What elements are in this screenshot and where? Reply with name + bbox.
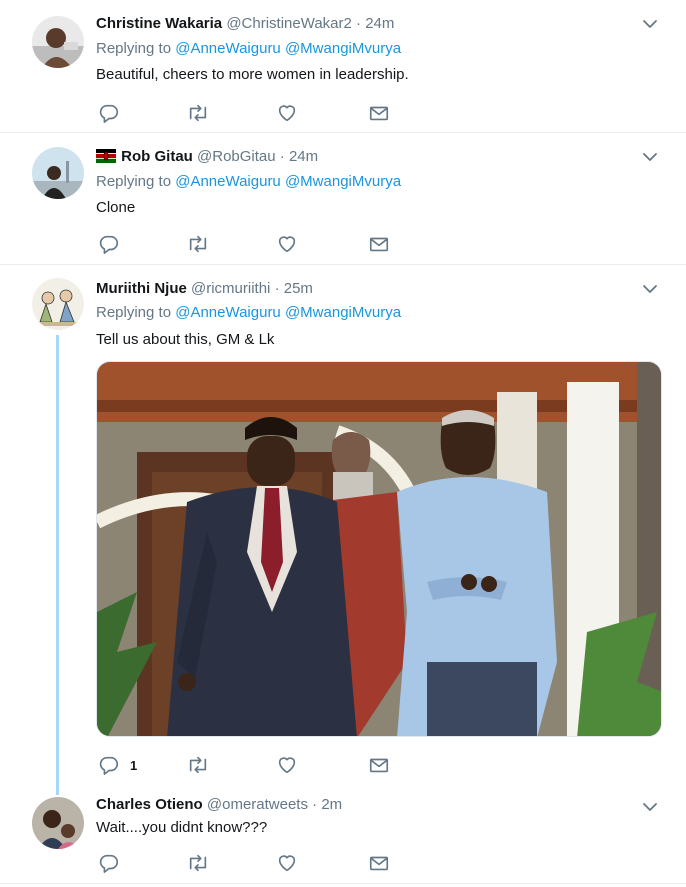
direct-message-button[interactable]: [368, 852, 390, 874]
replying-label: Replying to: [96, 304, 172, 321]
heart-icon: [278, 236, 296, 253]
replying-to: Replying to @AnneWaiguru @MwangiMvurya: [96, 39, 401, 59]
replying-label: Replying to: [96, 40, 172, 57]
tweet-text: Wait....you didnt know???: [96, 819, 268, 836]
tweet-actions: [98, 233, 398, 255]
tweet-actions: [98, 852, 398, 874]
retweet-icon: [189, 756, 207, 774]
direct-message-button[interactable]: [368, 233, 390, 255]
separator: ·: [356, 15, 362, 32]
like-button[interactable]: [276, 102, 298, 124]
tweet-text: Clone: [96, 199, 136, 216]
mention-link[interactable]: @AnneWaiguru: [175, 173, 281, 190]
timestamp[interactable]: 2m: [321, 796, 342, 813]
mention-link[interactable]: @AnneWaiguru: [175, 304, 281, 321]
retweet-button[interactable]: [186, 102, 210, 124]
envelope-icon: [369, 856, 389, 871]
retweet-button[interactable]: [186, 233, 210, 255]
mention-link[interactable]: @MwangiMvurya: [285, 173, 401, 190]
author-name[interactable]: Rob Gitau: [121, 148, 193, 165]
retweet-icon: [189, 854, 207, 872]
avatar[interactable]: [32, 147, 84, 199]
author-handle[interactable]: @omeratweets: [207, 796, 308, 813]
reply-button[interactable]: [98, 852, 120, 874]
retweet-button[interactable]: [186, 852, 210, 874]
tweet[interactable]: Charles Otieno @omeratweets · 2m Wait...…: [0, 787, 686, 884]
tweet-header: Rob Gitau @RobGitau · 24m: [96, 147, 646, 167]
replying-to: Replying to @AnneWaiguru @MwangiMvurya: [96, 303, 401, 323]
chevron-down-icon[interactable]: [642, 799, 658, 815]
replying-to: Replying to @AnneWaiguru @MwangiMvurya: [96, 172, 401, 192]
heart-icon: [278, 757, 296, 774]
envelope-icon: [369, 758, 389, 773]
replying-label: Replying to: [96, 173, 172, 190]
reply-icon: [99, 854, 119, 873]
author-handle[interactable]: @ricmuriithi: [191, 280, 270, 297]
tweet[interactable]: Christine Wakaria @ChristineWakar2 · 24m…: [0, 0, 686, 133]
tweet[interactable]: Rob Gitau @RobGitau · 24m Replying to @A…: [0, 133, 686, 265]
direct-message-button[interactable]: [368, 102, 390, 124]
tweet-header: Muriithi Njue @ricmuriithi · 25m: [96, 279, 646, 299]
tweet-feed: Christine Wakaria @ChristineWakar2 · 24m…: [0, 0, 686, 887]
timestamp[interactable]: 24m: [289, 148, 318, 165]
reply-button[interactable]: [98, 233, 120, 255]
author-name[interactable]: Charles Otieno: [96, 796, 203, 813]
heart-icon: [278, 855, 296, 872]
retweet-button[interactable]: [186, 754, 210, 776]
retweet-icon: [189, 104, 207, 122]
reply-count: 1: [130, 757, 138, 773]
tweet-header: Charles Otieno @omeratweets · 2m: [96, 795, 646, 815]
separator: ·: [312, 796, 318, 813]
reply-button[interactable]: [98, 102, 120, 124]
author-name[interactable]: Muriithi Njue: [96, 280, 187, 297]
tweet-actions: 1: [98, 754, 398, 776]
separator: ·: [274, 280, 280, 297]
thread-connector: [56, 335, 59, 795]
reply-icon: [99, 235, 119, 254]
avatar[interactable]: [32, 278, 84, 330]
separator: ·: [279, 148, 285, 165]
timestamp[interactable]: 24m: [365, 15, 394, 32]
avatar[interactable]: [32, 797, 84, 849]
envelope-icon: [369, 106, 389, 121]
like-button[interactable]: [276, 233, 298, 255]
tweet-actions: [98, 102, 398, 124]
tweet-photo[interactable]: [96, 361, 662, 737]
mention-link[interactable]: @AnneWaiguru: [175, 40, 281, 57]
reply-icon: [99, 104, 119, 123]
author-handle[interactable]: @RobGitau: [197, 148, 276, 165]
author-name[interactable]: Christine Wakaria: [96, 15, 222, 32]
tweet-text: Tell us about this, GM & Lk: [96, 331, 275, 348]
mention-link[interactable]: @MwangiMvurya: [285, 40, 401, 57]
avatar[interactable]: [32, 16, 84, 68]
chevron-down-icon[interactable]: [642, 149, 658, 165]
chevron-down-icon[interactable]: [642, 281, 658, 297]
tweet-text: Beautiful, cheers to more women in leade…: [96, 66, 409, 83]
reply-button[interactable]: 1: [98, 754, 137, 776]
timestamp[interactable]: 25m: [284, 280, 313, 297]
like-button[interactable]: [276, 852, 298, 874]
mention-link[interactable]: @MwangiMvurya: [285, 304, 401, 321]
tweet-header: Christine Wakaria @ChristineWakar2 · 24m: [96, 14, 646, 34]
photo-image: [97, 362, 661, 736]
author-handle[interactable]: @ChristineWakar2: [226, 15, 352, 32]
chevron-down-icon[interactable]: [642, 16, 658, 32]
direct-message-button[interactable]: [368, 754, 390, 776]
retweet-icon: [189, 235, 207, 253]
kenya-flag-icon: [96, 149, 116, 163]
envelope-icon: [369, 237, 389, 252]
reply-icon: [99, 756, 119, 775]
heart-icon: [278, 105, 296, 122]
like-button[interactable]: [276, 754, 298, 776]
